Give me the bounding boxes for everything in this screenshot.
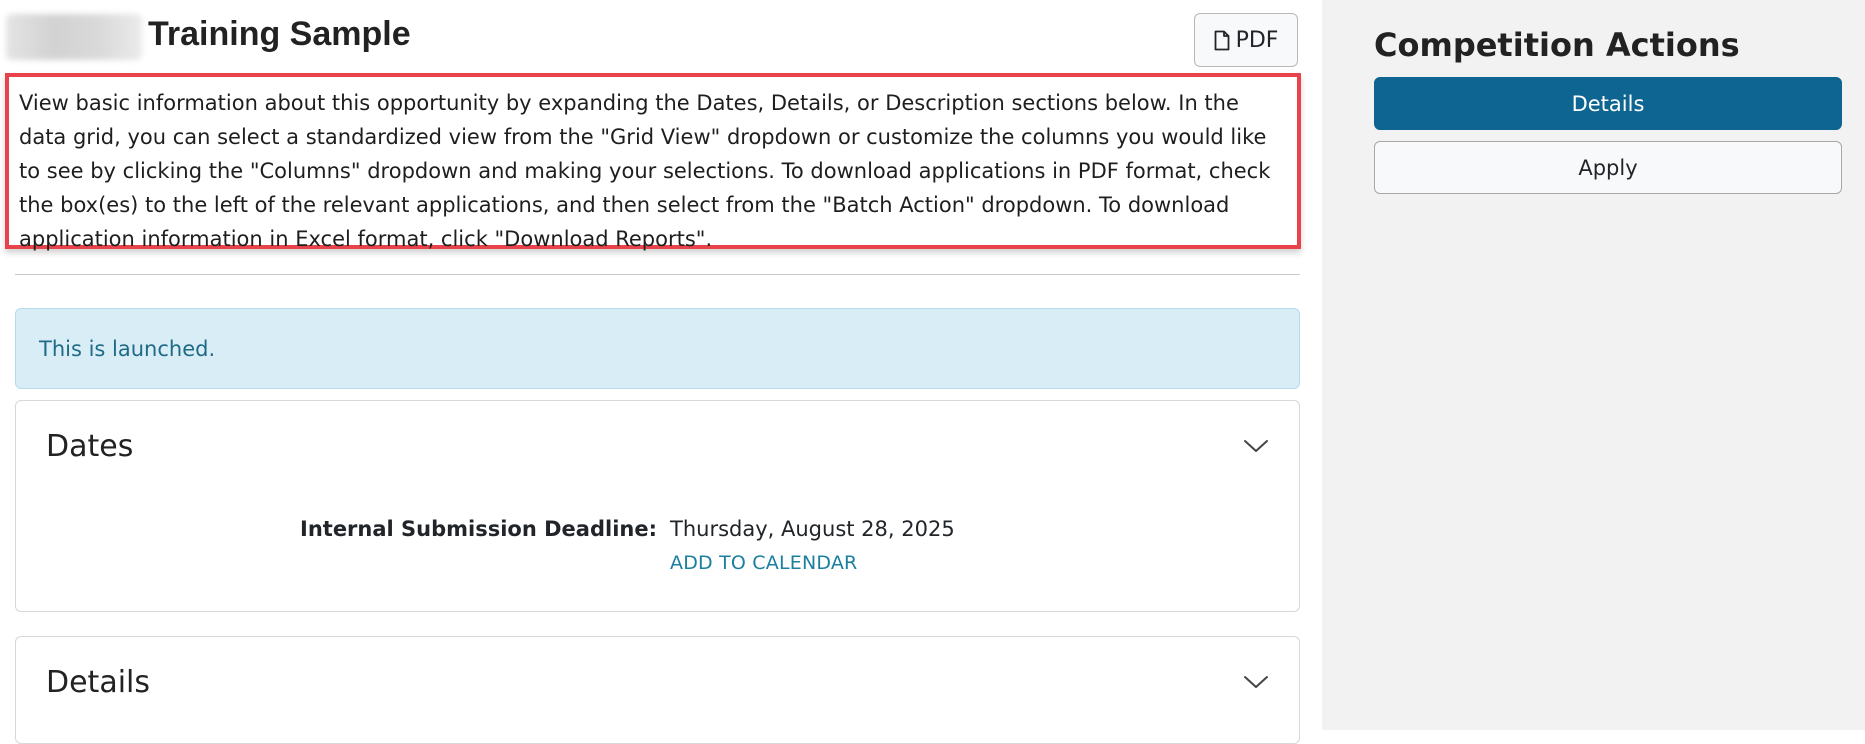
alert-text: This is launched. [39,336,216,361]
chevron-down-icon[interactable] [1243,674,1269,690]
deadline-value: Thursday, August 28, 2025 [670,517,955,541]
page-header: Training Sample PDF [6,12,1298,68]
add-to-calendar-link[interactable]: ADD TO CALENDAR [670,549,857,577]
deadline-label: Internal Submission Deadline: [300,517,657,541]
competition-actions-panel: Competition Actions Details Apply [1322,0,1865,730]
pdf-button-label: PDF [1235,27,1279,53]
apply-button[interactable]: Apply [1374,141,1842,194]
divider [15,274,1300,275]
details-button[interactable]: Details [1374,77,1842,130]
main-content: Training Sample PDF View basic informati… [0,0,1322,744]
logo [6,14,142,60]
page-title: Training Sample [148,15,411,53]
instructions-text: View basic information about this opport… [5,73,1301,251]
details-section: Details [15,636,1300,744]
dates-section-header[interactable]: Dates [46,423,1269,469]
pdf-button[interactable]: PDF [1194,13,1298,67]
deadline-row: Internal Submission Deadline: Thursday, … [16,512,1299,546]
status-alert: This is launched. [15,308,1300,389]
details-section-header[interactable]: Details [46,659,1269,705]
file-icon [1214,30,1230,51]
chevron-down-icon[interactable] [1243,438,1269,454]
dates-section-title: Dates [46,428,134,464]
dates-section: Dates Internal Submission Deadline: Thur… [15,400,1300,612]
details-section-title: Details [46,664,151,700]
competition-actions-title: Competition Actions [1374,26,1740,64]
